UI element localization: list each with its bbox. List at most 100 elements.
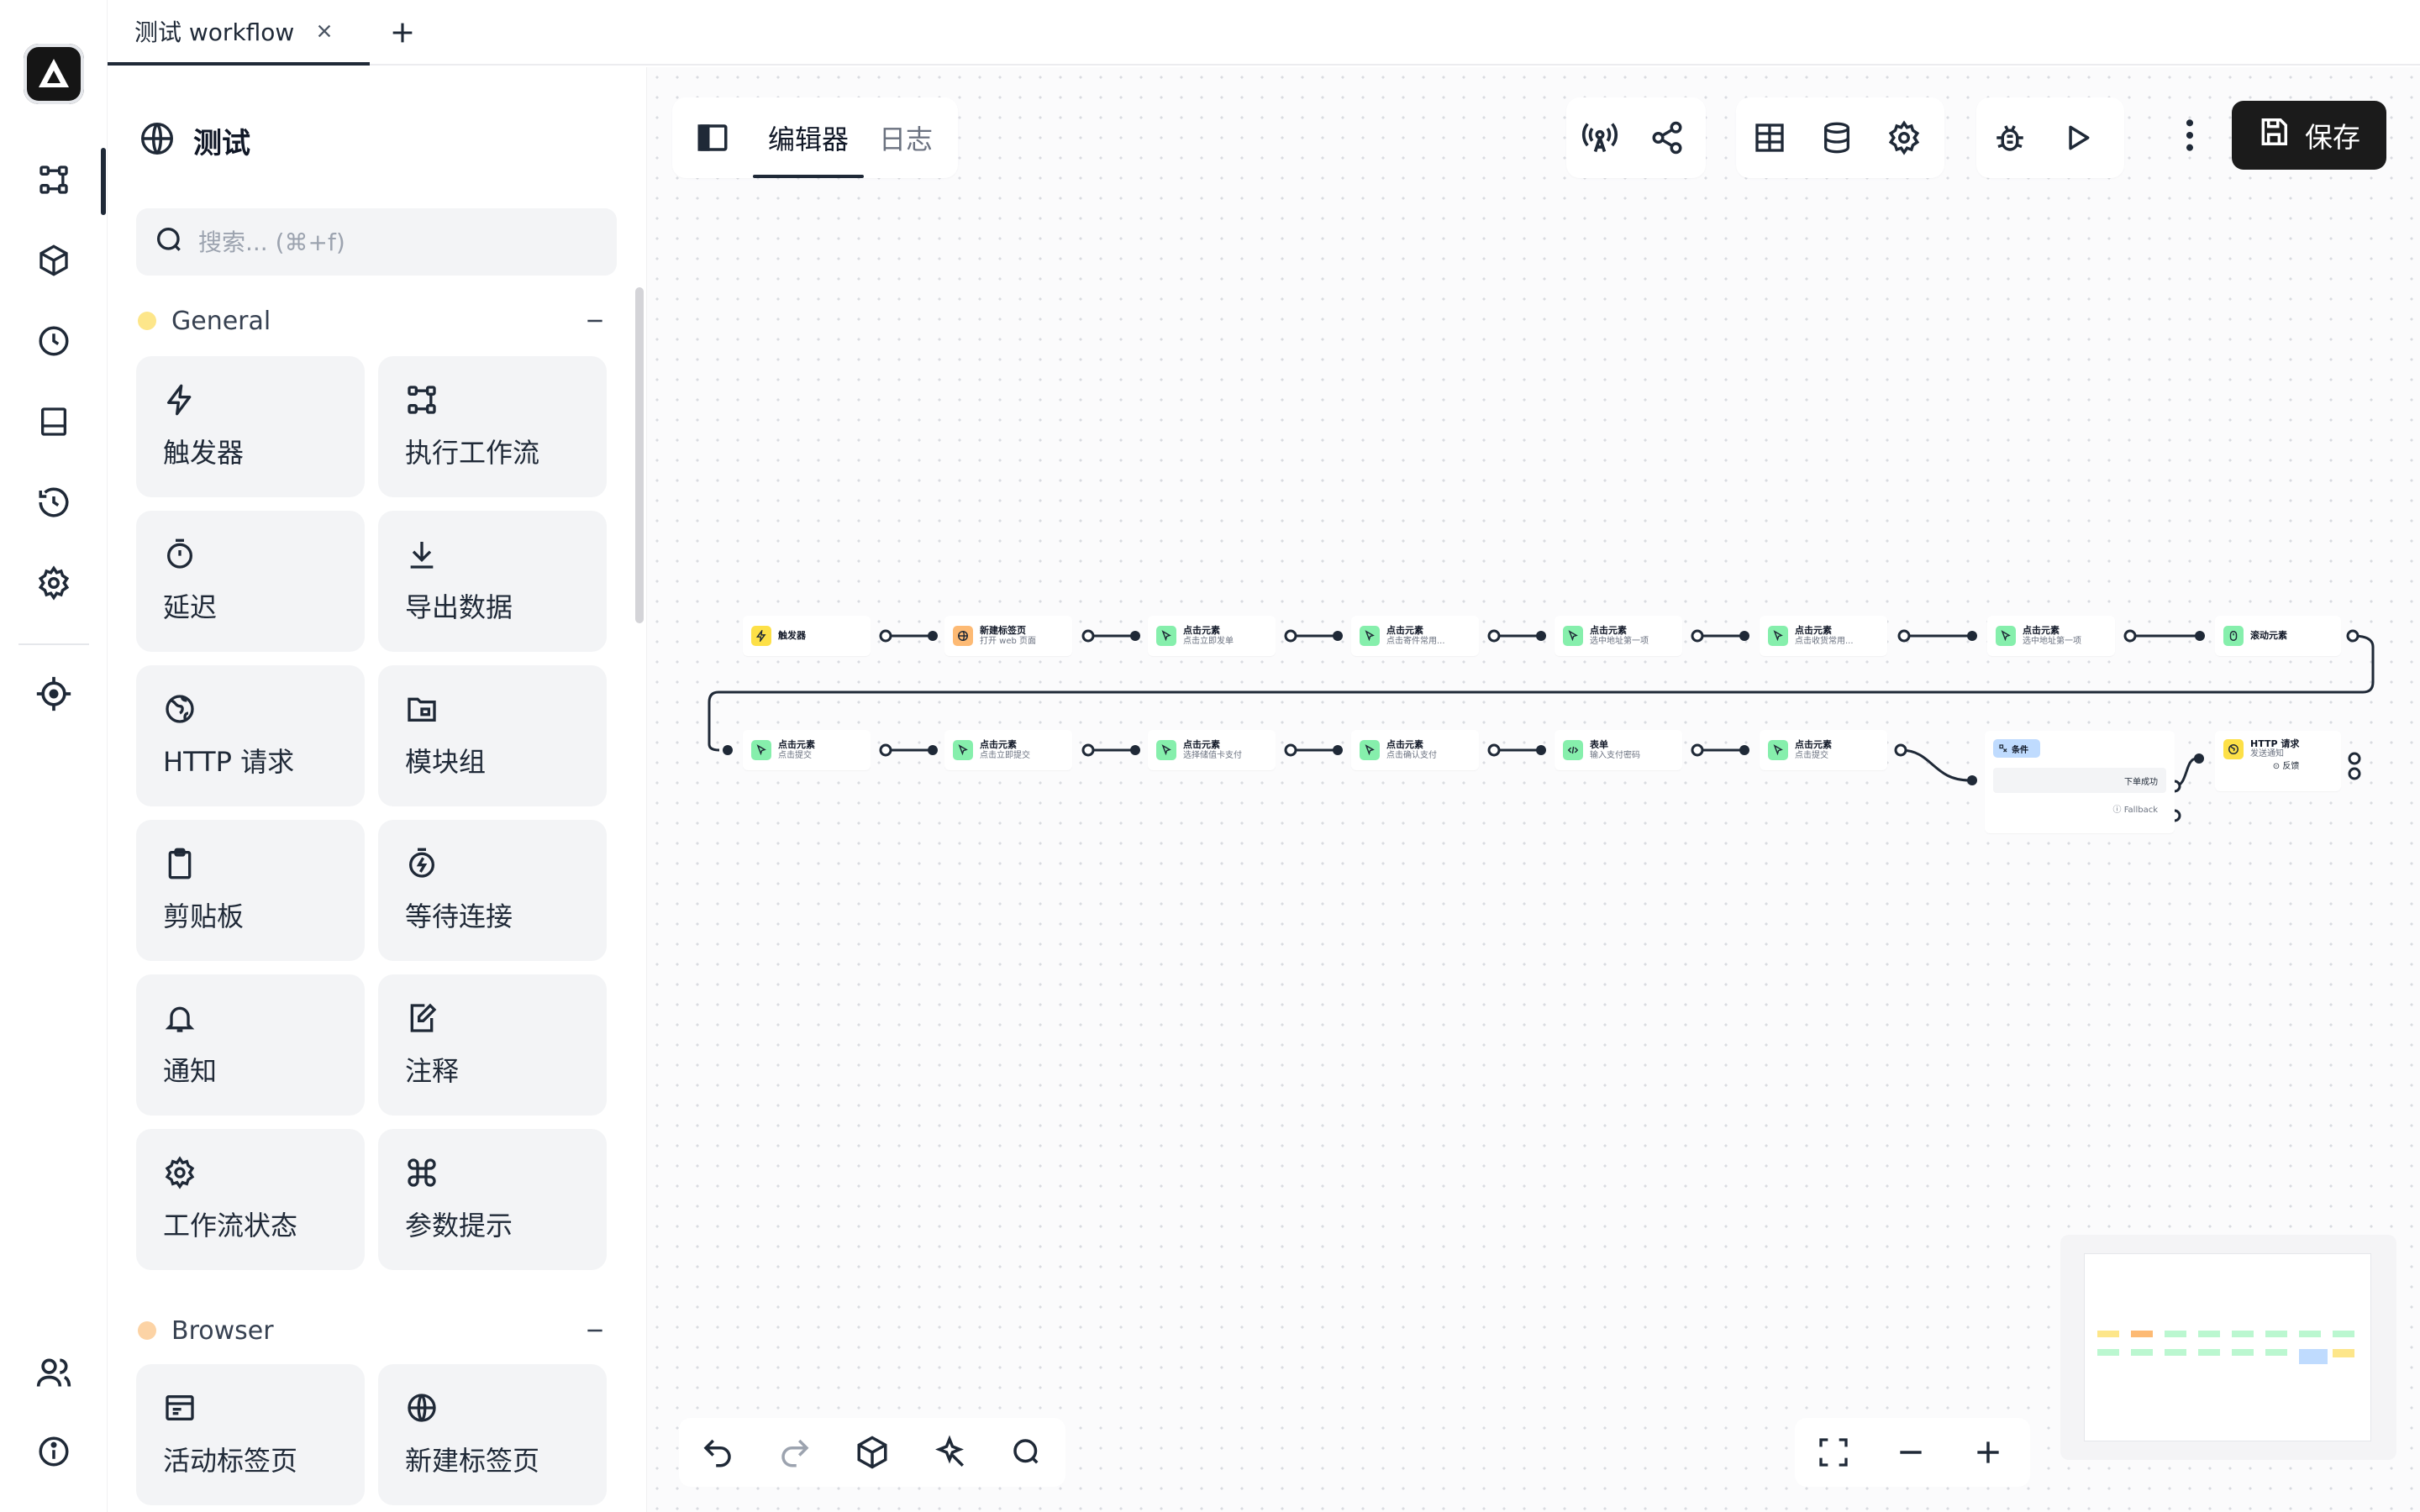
note-icon (405, 1000, 442, 1037)
rail-divider (18, 643, 89, 645)
node-click-8[interactable]: 点击元素 选择储值卡支付 (1148, 730, 1276, 770)
block-label: HTTP 请求 (163, 746, 295, 778)
node-click-10[interactable]: 点击元素 点击提交 (1760, 730, 1887, 770)
node-click-5[interactable]: 点击元素 选中地址第一项 (1987, 616, 2115, 656)
redo-icon[interactable] (756, 1418, 834, 1487)
timer-bolt-icon (405, 845, 442, 882)
app-logo[interactable] (24, 44, 84, 104)
panel-header: 测试 (138, 119, 250, 161)
users-icon[interactable] (29, 1347, 79, 1398)
block-delay[interactable]: 延迟 (136, 511, 365, 652)
node-click-7[interactable]: 点击元素 点击立即提交 (944, 730, 1072, 770)
info-icon[interactable] (29, 1426, 79, 1477)
block-export-data[interactable]: 导出数据 (378, 511, 607, 652)
share-tools-group (1566, 97, 1706, 178)
zoom-in-icon[interactable] (1949, 1418, 2027, 1487)
magic-wand-icon[interactable] (911, 1418, 988, 1487)
minimap[interactable] (2060, 1235, 2396, 1460)
more-options-icon[interactable] (2156, 101, 2223, 170)
collapse-icon[interactable] (581, 307, 608, 334)
share-icon[interactable] (1634, 97, 1701, 178)
collapse-icon[interactable] (581, 1317, 608, 1344)
clock-icon[interactable] (29, 316, 79, 366)
node-click-6[interactable]: 点击元素 点击提交 (743, 730, 871, 770)
globe-icon (953, 626, 973, 646)
block-module-group[interactable]: 模块组 (378, 665, 607, 806)
block-parameter-prompt[interactable]: 参数提示 (378, 1129, 607, 1270)
node-scroll[interactable]: 滚动元素 (2215, 616, 2341, 656)
package-icon[interactable] (834, 1418, 911, 1487)
block-notification[interactable]: 通知 (136, 974, 365, 1116)
play-icon[interactable] (2044, 97, 2111, 178)
cursor-icon (1156, 626, 1176, 646)
command-icon (405, 1154, 442, 1191)
toggle-sidebar-icon[interactable] (672, 97, 753, 178)
workflow-icon[interactable] (29, 155, 79, 205)
node-click-4[interactable]: 点击元素 点击收货常用... (1760, 616, 1887, 656)
category-browser[interactable]: Browser (136, 1314, 617, 1347)
block-active-tab[interactable]: 活动标签页 (136, 1364, 365, 1505)
debug-icon[interactable] (1976, 97, 2044, 178)
block-search[interactable] (136, 208, 617, 276)
block-label: 新建标签页 (405, 1445, 540, 1477)
node-click-9[interactable]: 点击元素 点击确认支付 (1351, 730, 1479, 770)
node-trigger[interactable]: 触发器 (743, 616, 871, 656)
node-http-request[interactable]: HTTP 请求 发送通知 ⊙ 反馈 (2215, 731, 2341, 791)
workflow-name: 测试 (193, 126, 250, 160)
node-subtitle: 输入支付密码 (1590, 750, 1640, 760)
block-note[interactable]: 注释 (378, 974, 607, 1116)
tab-editor[interactable]: 编辑器 (753, 97, 865, 178)
node-condition[interactable]: 条件 下单成功 ⓘ Fallback (1985, 731, 2175, 833)
zoom-out-icon[interactable] (1872, 1418, 1949, 1487)
node-form[interactable]: 表单 输入支付密码 (1555, 730, 1682, 770)
save-button[interactable]: 保存 (2232, 101, 2386, 170)
condition-path[interactable]: 下单成功 (1993, 768, 2166, 793)
node-title: 表单 (1590, 739, 1608, 751)
storage-icon[interactable] (29, 396, 79, 447)
history-icon[interactable] (29, 477, 79, 528)
category-general[interactable]: General (136, 304, 617, 338)
block-label: 参数提示 (405, 1210, 513, 1242)
block-clipboard[interactable]: 剪贴板 (136, 820, 365, 961)
node-click-2[interactable]: 点击元素 点击寄件常用... (1351, 616, 1479, 656)
node-title: HTTP 请求 (2250, 738, 2300, 749)
node-subtitle: 点击提交 (778, 750, 812, 760)
package-icon[interactable] (29, 235, 79, 286)
close-icon[interactable] (313, 19, 336, 43)
node-subtitle: 选中地址第一项 (1590, 636, 1649, 646)
lightning-icon (163, 381, 200, 418)
node-click-1[interactable]: 点击元素 点击立即发单 (1148, 616, 1276, 656)
node-click-3[interactable]: 点击元素 选中地址第一项 (1555, 616, 1682, 656)
http-output-label: ⊙ 反馈 (2272, 762, 2300, 772)
tab-logs[interactable]: 日志 (864, 97, 948, 178)
database-icon[interactable] (1803, 97, 1870, 178)
fullscreen-icon[interactable] (1795, 1418, 1872, 1487)
undo-icon[interactable] (679, 1418, 756, 1487)
gear-icon[interactable] (29, 558, 79, 608)
data-tools-group (1736, 97, 1944, 178)
icon-rail (0, 0, 108, 1512)
node-new-tab[interactable]: 新建标签页 打开 web 页面 (944, 616, 1072, 656)
block-label: 触发器 (163, 437, 245, 469)
block-wait-connections[interactable]: 等待连接 (378, 820, 607, 961)
block-label: 延迟 (163, 591, 218, 623)
search-icon[interactable] (988, 1418, 1065, 1487)
condition-fallback: ⓘ Fallback (1993, 800, 2166, 816)
table-icon[interactable] (1736, 97, 1803, 178)
broadcast-icon[interactable] (1566, 97, 1634, 178)
panel-scrollbar[interactable] (635, 287, 644, 623)
add-tab-button[interactable] (385, 15, 420, 50)
block-http-request[interactable]: HTTP 请求 (136, 665, 365, 806)
tab-workflow[interactable]: 测试 workflow (108, 0, 370, 66)
search-input[interactable] (198, 228, 602, 256)
block-new-tab[interactable]: 新建标签页 (378, 1364, 607, 1505)
block-execute-workflow[interactable]: 执行工作流 (378, 356, 607, 497)
block-workflow-state[interactable]: 工作流状态 (136, 1129, 365, 1270)
node-subtitle: 打开 web 页面 (980, 636, 1037, 646)
workflow-icon (405, 381, 442, 418)
block-panel: 测试 General 触发器 执行工作流 延迟 导出数据 HTTP 请求 模块组 (108, 67, 647, 1512)
block-trigger[interactable]: 触发器 (136, 356, 365, 497)
gear-icon (163, 1154, 200, 1191)
crosshair-icon[interactable] (29, 669, 79, 719)
gear-icon[interactable] (1870, 97, 1938, 178)
